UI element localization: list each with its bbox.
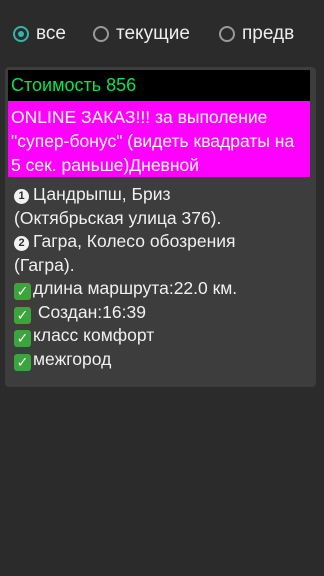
number-two-icon: 2 — [14, 236, 29, 251]
check-mark-icon: ✓ — [14, 306, 31, 324]
radio-unchecked-icon — [93, 26, 109, 42]
route-point-1-address: Цандрыпш, Бриз — [33, 184, 171, 204]
check-mark-icon: ✓ — [14, 283, 31, 300]
info-trip-type: ✓ межгород — [14, 348, 314, 372]
filter-preorder-label: предв — [242, 23, 295, 44]
check-mark-icon: ✓ — [14, 330, 31, 347]
radio-unchecked-icon — [219, 26, 235, 42]
order-card[interactable]: Стоимость 856 ONLINE ЗАКАЗ!!! за выполен… — [5, 67, 316, 387]
price-banner: Стоимость 856 — [8, 70, 310, 101]
distance-text: длина маршрута:22.0 км. — [33, 278, 238, 298]
created-text: Создан:16:39 — [33, 301, 146, 322]
promo-banner: ONLINE ЗАКАЗ!!! за выполение "супер-бону… — [8, 101, 310, 177]
car-class-text: класс комфорт — [33, 325, 155, 345]
radio-checked-icon — [13, 26, 29, 42]
trip-type-text: межгород — [33, 348, 112, 369]
order-filter-radio-group: все текущие предв — [0, 0, 324, 64]
order-details: 1 Цандрыпш, Бриз (Октябрьская улица 376).… — [14, 183, 314, 371]
filter-all-label: все — [36, 23, 66, 44]
route-point-1-detail: (Октябрьская улица 376). — [14, 207, 222, 228]
filter-all-radio[interactable]: все — [13, 20, 66, 48]
check-mark-icon: ✓ — [14, 353, 31, 371]
info-created: ✓ Создан:16:39 — [14, 301, 314, 325]
info-distance: ✓ длина маршрута:22.0 км. — [14, 277, 314, 301]
number-one-icon: 1 — [14, 189, 29, 204]
route-point-2: 2 Гагра, Колесо обозрения — [14, 230, 314, 254]
info-car-class: ✓ класс комфорт — [14, 324, 314, 348]
route-point-2-address: Гагра, Колесо обозрения — [33, 231, 236, 251]
route-point-1: 1 Цандрыпш, Бриз — [14, 183, 314, 207]
route-point-2-detail: (Гагра). — [14, 254, 75, 275]
filter-current-label: текущие — [116, 23, 190, 44]
filter-current-radio[interactable]: текущие — [93, 20, 190, 48]
filter-preorder-radio[interactable]: предв — [219, 20, 294, 48]
